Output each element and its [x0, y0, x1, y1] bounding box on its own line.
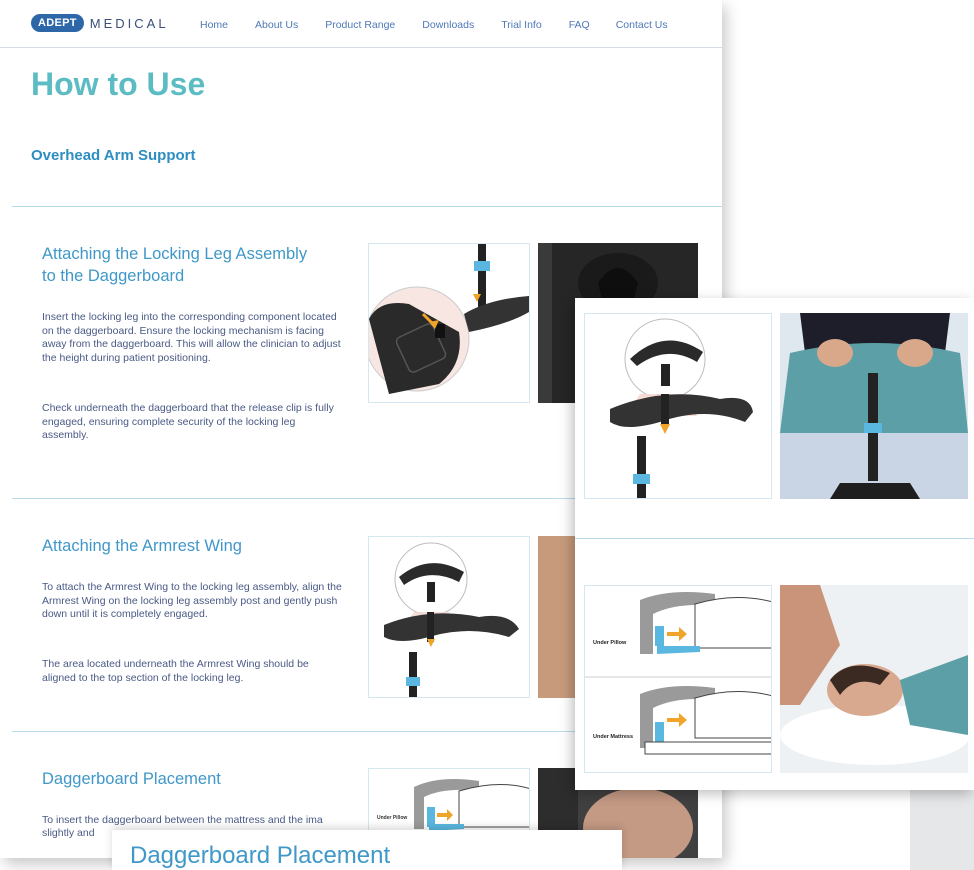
page-title: How to Use — [31, 66, 206, 102]
nav-menu: Home About Us Product Range Downloads Tr… — [200, 19, 694, 31]
zoom-armrest-illustration — [610, 318, 753, 498]
overlay-divider — [575, 538, 974, 539]
adept-medical-logo[interactable]: ADEPT MEDICAL — [31, 14, 169, 32]
nav-about-us[interactable]: About Us — [255, 19, 298, 31]
section-title-line: Attaching the Locking Leg Assembly — [42, 245, 308, 263]
zoom-armrest-diagram — [584, 313, 772, 499]
section-paragraph: To attach the Armrest Wing to the lockin… — [42, 581, 342, 620]
zoom-person-photo-image — [780, 313, 968, 499]
section-title-daggerboard: Daggerboard Placement — [42, 770, 221, 788]
background-grey-area — [910, 780, 974, 870]
armrest-wing-illustration — [384, 542, 519, 697]
logo-badge: ADEPT — [31, 14, 84, 32]
section-title-line: to the Daggerboard — [42, 267, 185, 285]
zoom-patient-photo — [780, 585, 968, 773]
section-paragraph: The area located underneath the Armrest … — [42, 658, 309, 684]
zoom-daggerboard-illustration: Under Pillow Under Mattress — [585, 592, 771, 755]
bottom-banner-title: Daggerboard Placement — [130, 842, 391, 869]
armrest-wing-diagram — [368, 536, 530, 698]
section-paragraph: Insert the locking leg into the correspo… — [42, 311, 341, 364]
logo-text: MEDICAL — [89, 15, 169, 31]
section-paragraph: To insert the daggerboard between the ma… — [42, 814, 323, 826]
nav-trial-info[interactable]: Trial Info — [501, 19, 541, 31]
zoomed-panels-overlay: Under Pillow Under Mattress — [575, 298, 974, 790]
nav-product-range[interactable]: Product Range — [325, 19, 395, 31]
zoom-person-photo — [780, 313, 968, 499]
top-navigation: ADEPT MEDICAL Home About Us Product Rang… — [0, 0, 722, 48]
page-subtitle: Overhead Arm Support — [31, 147, 196, 164]
divider — [12, 206, 722, 207]
nav-faq[interactable]: FAQ — [569, 19, 590, 31]
locking-leg-illustration — [369, 244, 529, 394]
zoom-patient-photo-image — [780, 585, 968, 773]
nav-home[interactable]: Home — [200, 19, 228, 31]
locking-leg-diagram — [368, 243, 530, 403]
under-pillow-label: Under Pillow — [377, 815, 407, 821]
nav-contact-us[interactable]: Contact Us — [616, 19, 668, 31]
section-title-locking-leg: Attaching the Locking Leg Assembly to th… — [42, 243, 307, 287]
section-paragraph: Check underneath the daggerboard that th… — [42, 402, 334, 441]
under-pillow-label: Under Pillow — [593, 640, 627, 646]
under-mattress-label: Under Mattress — [593, 734, 633, 740]
bottom-banner: Daggerboard Placement — [112, 830, 622, 870]
nav-downloads[interactable]: Downloads — [422, 19, 474, 31]
section-title-armrest-wing: Attaching the Armrest Wing — [42, 537, 242, 555]
zoom-daggerboard-diagram: Under Pillow Under Mattress — [584, 585, 772, 773]
